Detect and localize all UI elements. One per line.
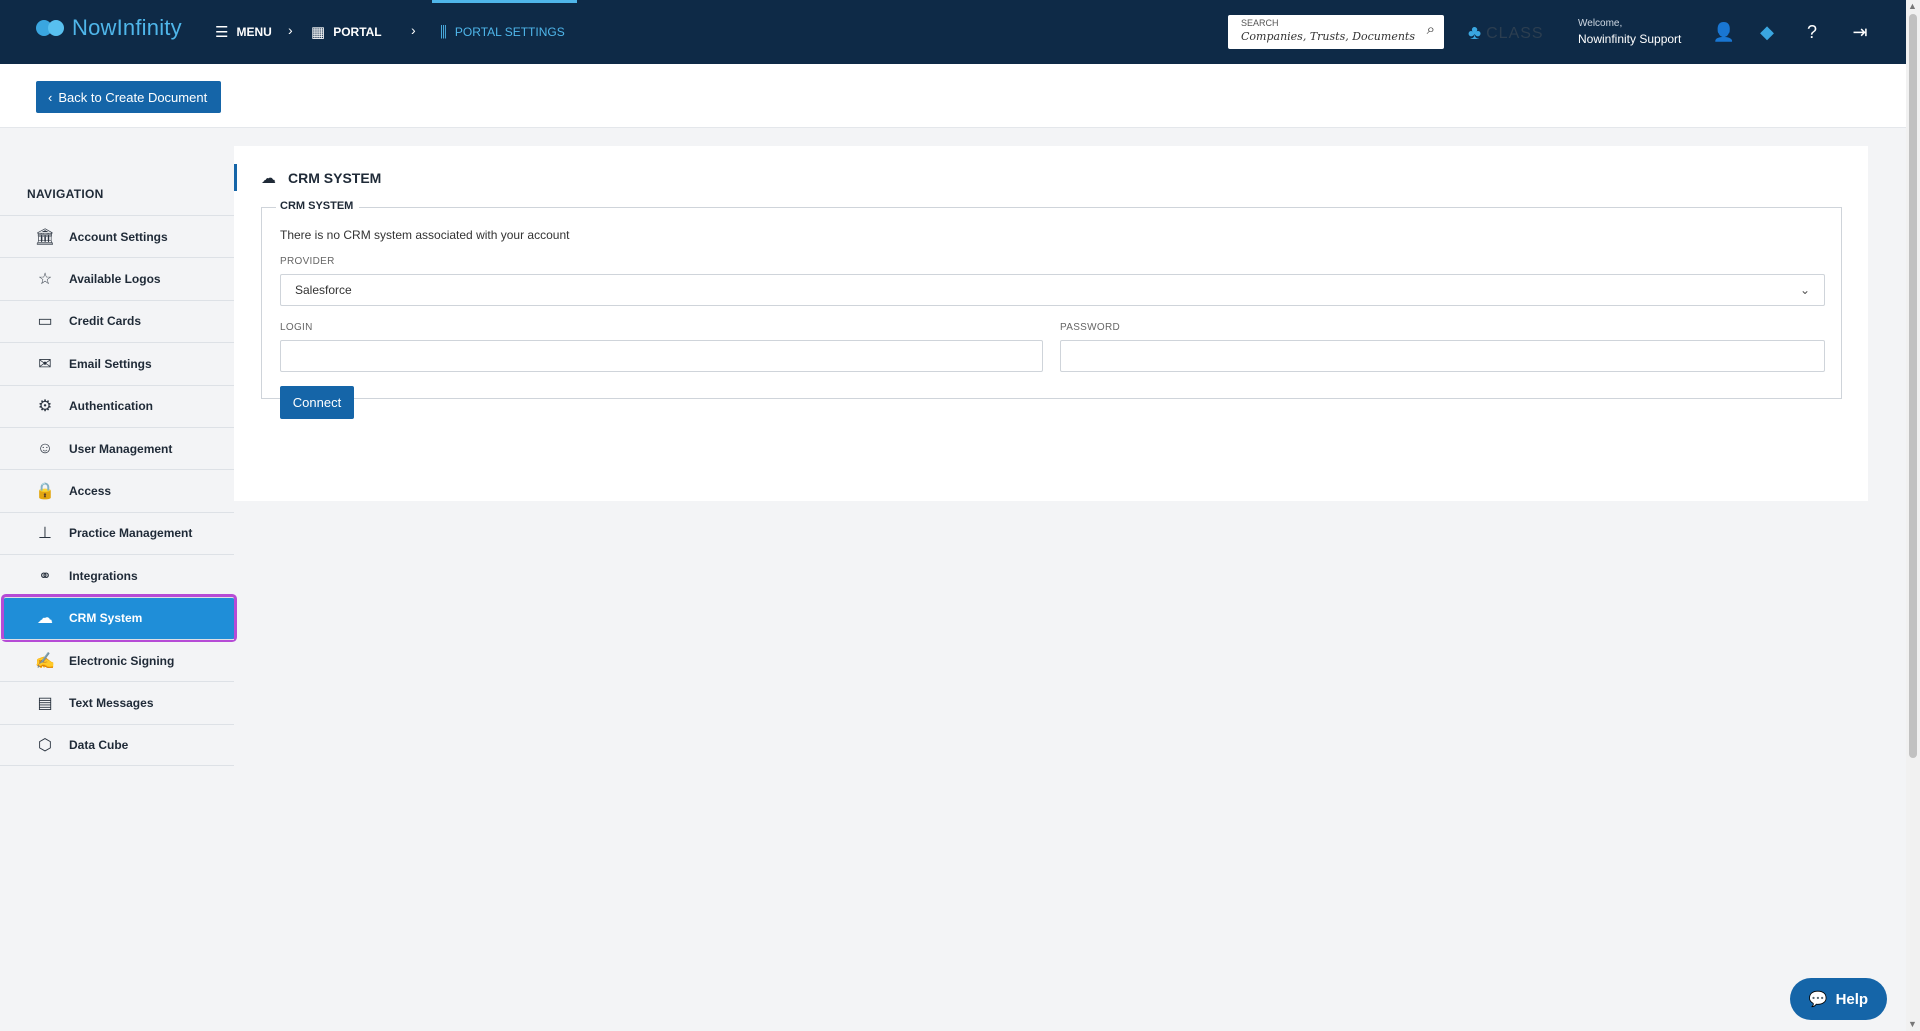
nowinfinity-logo[interactable]: NowInfinity — [36, 15, 182, 41]
breadcrumb-portal[interactable]: ▦ PORTAL — [311, 0, 382, 64]
class-logo-text: CLASS — [1486, 24, 1544, 42]
page-title-text: CRM SYSTEM — [288, 169, 382, 186]
search-icon[interactable]: ⌕ — [1427, 21, 1435, 38]
password-input[interactable] — [1060, 340, 1825, 372]
help-button[interactable]: 💬 Help — [1790, 978, 1887, 1020]
sidebar-item-label: Text Messages — [69, 695, 154, 710]
sidebar-item-label: Email Settings — [69, 356, 152, 371]
org-chart-icon: ⊥ — [38, 525, 52, 543]
provider-label: PROVIDER — [280, 256, 335, 267]
sidebar-item-integrations[interactable]: ⚭ Integrations — [0, 554, 234, 596]
sidebar-item-label: Access — [69, 484, 112, 499]
scrollbar-thumb[interactable] — [1909, 14, 1917, 758]
gear-icon: ⚙ — [37, 398, 53, 416]
sidebar-item-available-logos[interactable]: ☆ Available Logos — [0, 257, 234, 299]
signing-icon: ✍ — [35, 652, 55, 670]
menu-button[interactable]: ☰ MENU — [215, 0, 272, 64]
bank-icon: 🏛 — [34, 228, 56, 246]
sidebar-item-label: Integrations — [69, 568, 138, 583]
cube-icon: ⬡ — [38, 736, 52, 754]
search-input[interactable]: Companies, Trusts, Documents — [1241, 30, 1415, 43]
sidebar-item-label: CRM System — [69, 611, 143, 626]
sidebar-item-label: Credit Cards — [69, 314, 142, 329]
cloud-icon: ☁ — [37, 610, 53, 628]
sidebar-item-email-settings[interactable]: ✉ Email Settings — [0, 342, 234, 384]
sidebar-item-user-management[interactable]: ☺ User Management — [0, 426, 234, 469]
sub-bar: ‹ Back to Create Document — [0, 64, 1906, 128]
sidebar-item-crm-system[interactable]: ☁ CRM System — [4, 596, 234, 639]
help-label: Help — [1835, 990, 1869, 1008]
sidebar-item-label: Data Cube — [69, 737, 129, 752]
sidebar-item-label: Authentication — [69, 399, 153, 414]
sidebar-item-account-settings[interactable]: 🏛 Account Settings — [0, 215, 234, 257]
navigation-title: NAVIGATION — [27, 187, 104, 201]
logo-mark-icon — [36, 16, 66, 40]
connect-button[interactable]: Connect — [280, 386, 354, 419]
chevron-right-icon: › — [288, 22, 293, 38]
crm-system-fieldset: CRM SYSTEM There is no CRM system associ… — [261, 200, 1842, 419]
provider-select[interactable]: Salesforce ⌄ — [280, 274, 1825, 306]
login-label: LOGIN — [280, 322, 313, 333]
sidebar-item-label: Electronic Signing — [69, 653, 175, 668]
user-name: Nowinfinity Support — [1578, 32, 1682, 46]
portal-settings-label: PORTAL SETTINGS — [454, 25, 565, 39]
provider-selected-value: Salesforce — [295, 283, 352, 297]
logout-icon[interactable]: ⇥ — [1848, 20, 1872, 44]
scroll-up-icon[interactable]: ▲ — [1908, 1, 1917, 11]
credit-card-icon: ▭ — [37, 313, 53, 331]
hamburger-icon: ☰ — [215, 24, 229, 41]
diamond-icon[interactable]: ◆ — [1755, 20, 1779, 44]
sidebar-item-authentication[interactable]: ⚙ Authentication — [0, 384, 234, 427]
link-icon: ⚭ — [38, 567, 52, 585]
lock-icon: 🔒 — [35, 483, 55, 501]
search-box[interactable]: SEARCH Companies, Trusts, Documents ⌕ — [1228, 15, 1444, 49]
sliders-icon: ⫼ — [440, 23, 447, 41]
back-to-create-document-button[interactable]: ‹ Back to Create Document — [36, 81, 222, 113]
help-circle-icon[interactable]: ? — [1800, 20, 1824, 44]
sidebar-item-data-cube[interactable]: ⬡ Data Cube — [0, 723, 234, 767]
cloud-icon: ☁ — [261, 169, 276, 187]
sidebar-item-label: Account Settings — [69, 229, 168, 244]
scroll-down-icon[interactable]: ▼ — [1908, 1019, 1917, 1029]
sidebar-item-practice-management[interactable]: ⊥ Practice Management — [0, 511, 234, 554]
search-label: SEARCH — [1241, 18, 1279, 28]
no-crm-message: There is no CRM system associated with y… — [280, 228, 570, 242]
top-bar: NowInfinity ☰ MENU › ▦ PORTAL › ⫼ PORTAL… — [0, 0, 1906, 64]
page-title: ☁ CRM SYSTEM — [234, 164, 381, 191]
sidebar-item-credit-cards[interactable]: ▭ Credit Cards — [0, 299, 234, 342]
sidebar-item-label: Available Logos — [69, 272, 161, 287]
breadcrumb-portal-settings[interactable]: ⫼ PORTAL SETTINGS — [432, 0, 577, 64]
portal-grid-icon: ▦ — [311, 24, 326, 41]
crm-system-panel: ☁ CRM SYSTEM CRM SYSTEM There is no CRM … — [234, 146, 1868, 501]
menu-label: MENU — [236, 25, 272, 39]
welcome-label: Welcome, — [1578, 18, 1623, 29]
email-icon: ✉ — [38, 355, 52, 373]
sidebar-item-label: User Management — [69, 441, 173, 456]
sidebar-item-electronic-signing[interactable]: ✍ Electronic Signing — [0, 638, 234, 681]
back-label: Back to Create Document — [58, 89, 208, 105]
logo-text: NowInfinity — [72, 15, 182, 40]
sidebar-item-text-messages[interactable]: ▤ Text Messages — [0, 681, 234, 723]
user-icon: ☺ — [36, 439, 54, 457]
user-settings-icon[interactable]: 👤 — [1712, 20, 1736, 44]
portal-label: PORTAL — [333, 25, 382, 39]
login-input[interactable] — [280, 340, 1043, 372]
password-label: PASSWORD — [1060, 322, 1120, 333]
sidebar-nav: 🏛 Account Settings ☆ Available Logos ▭ C… — [0, 215, 234, 767]
chevron-left-icon: ‹ — [48, 89, 53, 105]
star-icon: ☆ — [37, 271, 53, 289]
section-legend: CRM SYSTEM — [276, 200, 360, 212]
class-logo-mark-icon: ♣ — [1468, 22, 1483, 44]
page-scrollbar[interactable]: ▲ ▼ — [1906, 0, 1920, 1031]
sidebar-item-access[interactable]: 🔒 Access — [0, 469, 234, 511]
sidebar-item-label: Practice Management — [69, 526, 193, 541]
chat-bubble-icon: 💬 — [1808, 991, 1828, 1008]
chevron-down-icon: ⌄ — [1799, 283, 1810, 297]
class-logo[interactable]: ♣ CLASS — [1468, 22, 1544, 45]
chevron-right-icon: › — [411, 22, 416, 38]
message-icon: ▤ — [37, 694, 53, 712]
